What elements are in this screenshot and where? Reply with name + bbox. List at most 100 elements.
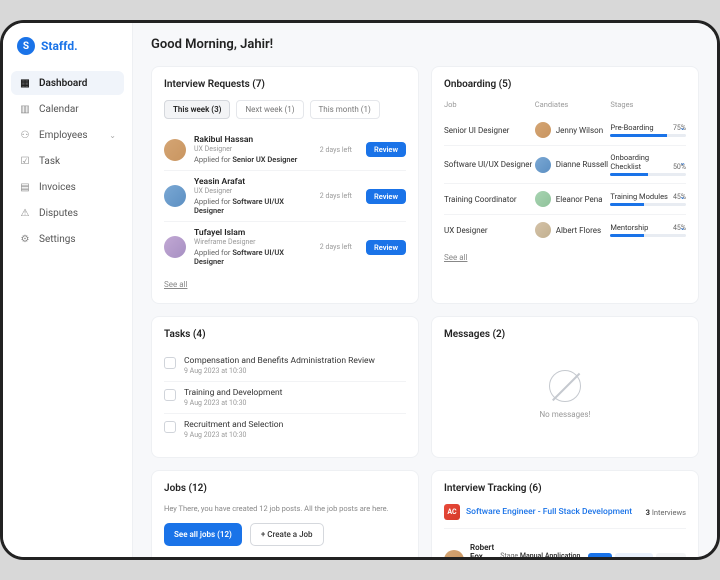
avatar xyxy=(444,550,464,557)
job-title: Training Coordinator xyxy=(444,195,535,204)
sidebar-item-task[interactable]: ☑Task xyxy=(11,149,124,173)
logo[interactable]: S Staffd. xyxy=(3,37,132,71)
progress-percent: 45% xyxy=(673,193,686,201)
users-icon: ⚇ xyxy=(19,129,31,141)
logo-icon: S xyxy=(17,37,35,55)
task-date: 9 Aug 2023 at 10:30 xyxy=(184,367,406,375)
tab[interactable]: This week (3) xyxy=(164,100,230,119)
candidate-role: UX Designer xyxy=(194,145,312,153)
check-icon: ☑ xyxy=(19,155,31,167)
file-icon: ▤ xyxy=(19,181,31,193)
card-title: Interview Requests (7) xyxy=(164,79,406,90)
task-row: Training and Development9 Aug 2023 at 10… xyxy=(164,382,406,414)
gear-icon: ⚙ xyxy=(19,233,31,245)
onboarding-row: UX DesignerAlbert FloresMentorship⌄45% xyxy=(444,215,686,245)
no-messages-icon xyxy=(549,370,581,402)
candidate-name: Yeasin Arafat xyxy=(194,177,312,187)
task-row: Recruitment and Selection9 Aug 2023 at 1… xyxy=(164,414,406,445)
interview-requests-card: Interview Requests (7) This week (3) Next… xyxy=(151,66,419,304)
main: Good Morning, Jahir! Interview Requests … xyxy=(133,23,717,557)
candidate-name: Tufayel Islam xyxy=(194,228,312,238)
avatar xyxy=(535,191,551,207)
jobs-subtitle: Hey There, you have created 12 job posts… xyxy=(164,504,406,513)
hire-button[interactable]: Hire xyxy=(588,553,612,557)
see-all-link[interactable]: See all xyxy=(444,253,467,262)
card-title: Jobs (12) xyxy=(164,483,406,494)
chevron-down-icon: ⌄ xyxy=(109,131,116,140)
tab[interactable]: Next week (1) xyxy=(236,100,303,119)
tasks-card: Tasks (4) Compensation and Benefits Admi… xyxy=(151,316,419,458)
job-title: UX Designer xyxy=(444,226,535,235)
col-job: Job xyxy=(444,100,535,109)
card-title: Onboarding (5) xyxy=(444,79,686,90)
review-button[interactable]: Review xyxy=(366,189,406,204)
interview-button[interactable]: Interview xyxy=(615,553,653,557)
applied-for: Applied for Software UI/UX Designer xyxy=(194,197,312,215)
interview-count: 3 Interviews xyxy=(646,508,686,517)
candidate-name: Jenny Wilson xyxy=(556,126,603,135)
sidebar-item-dashboard[interactable]: ▦ Dashboard xyxy=(11,71,124,95)
review-button[interactable]: Review xyxy=(366,142,406,157)
avatar xyxy=(535,222,551,238)
interview-request-row: Tufayel IslamWireframe Designer Applied f… xyxy=(164,222,406,272)
interview-tracking-card: Interview Tracking (6) AC Software Engin… xyxy=(431,470,699,557)
job-title: Software UI/UX Designer xyxy=(444,160,535,169)
task-date: 9 Aug 2023 at 10:30 xyxy=(184,431,406,439)
interview-request-row: Rakibul HassanUX Designer Applied for Sen… xyxy=(164,129,406,171)
messages-card: Messages (2) No messages! xyxy=(431,316,699,458)
nav-label: Dashboard xyxy=(39,78,87,89)
see-all-link[interactable]: See all xyxy=(164,280,187,289)
avatar xyxy=(535,157,551,173)
create-job-button[interactable]: + Create a Job xyxy=(250,523,324,546)
onboarding-row: Training CoordinatorEleanor PenaTraining… xyxy=(444,184,686,215)
sidebar-item-disputes[interactable]: ⚠Disputes xyxy=(11,201,124,225)
task-name: Training and Development xyxy=(184,388,406,398)
calendar-icon: ▥ xyxy=(19,103,31,115)
task-name: Recruitment and Selection xyxy=(184,420,406,430)
avatar xyxy=(164,236,186,258)
grid-icon: ▦ xyxy=(19,77,31,89)
onboarding-card: Onboarding (5) Job Candiates Stages Seni… xyxy=(431,66,699,304)
col-candidates: Candiates xyxy=(535,100,611,109)
card-title: Tasks (4) xyxy=(164,329,406,340)
empty-text: No messages! xyxy=(539,410,590,419)
candidate-name: Rakibul Hassan xyxy=(194,135,312,145)
stage-name: Pre-Boarding xyxy=(610,123,653,132)
stage: Stage Manual Application Review ⌄ xyxy=(500,552,581,557)
page-title: Good Morning, Jahir! xyxy=(151,37,699,52)
reject-button[interactable]: Reject xyxy=(656,553,686,557)
task-checkbox[interactable] xyxy=(164,357,176,369)
candidate-role: UX Designer xyxy=(194,187,312,195)
candidate-role: Wireframe Designer xyxy=(194,238,312,246)
time-left: 2 days left xyxy=(320,192,352,200)
sidebar-item-calendar[interactable]: ▥ Calendar xyxy=(11,97,124,121)
applied-for: Applied for Senior UX Designer xyxy=(194,155,312,164)
candidate-name: Dianne Russell xyxy=(556,160,608,169)
task-checkbox[interactable] xyxy=(164,389,176,401)
interview-request-row: Yeasin ArafatUX Designer Applied for Soft… xyxy=(164,171,406,222)
nav: ▦ Dashboard ▥ Calendar ⚇Employees⌄☑Task▤Invo… xyxy=(3,71,132,251)
applied-for: Applied for Software UI/UX Designer xyxy=(194,248,312,266)
review-button[interactable]: Review xyxy=(366,240,406,255)
sidebar-item-invoices[interactable]: ▤Invoices xyxy=(11,175,124,199)
card-title: Messages (2) xyxy=(444,329,686,340)
onboarding-row: Senior UI DesignerJenny WilsonPre-Boardi… xyxy=(444,115,686,146)
tracking-job-title[interactable]: Software Engineer - Full Stack Developme… xyxy=(466,507,640,517)
stage-name: Mentorship xyxy=(610,223,648,232)
tab[interactable]: This month (1) xyxy=(310,100,380,119)
tracking-row: Robert Fox2 days leftStage Manual Applic… xyxy=(444,537,686,557)
time-left: 2 days left xyxy=(320,243,352,251)
jobs-card: Jobs (12) Hey There, you have created 12… xyxy=(151,470,419,557)
onboarding-row: Software UI/UX DesignerDianne RussellOnb… xyxy=(444,146,686,184)
avatar xyxy=(164,185,186,207)
sidebar-item-employees[interactable]: ⚇Employees⌄ xyxy=(11,123,124,147)
see-all-jobs-button[interactable]: See all jobs (12) xyxy=(164,523,242,546)
stage-name: Training Modules xyxy=(610,192,668,201)
task-row: Compensation and Benefits Administration… xyxy=(164,350,406,382)
logo-text: Staffd. xyxy=(41,39,78,53)
task-date: 9 Aug 2023 at 10:30 xyxy=(184,399,406,407)
nav-label: Calendar xyxy=(39,104,79,115)
task-checkbox[interactable] xyxy=(164,421,176,433)
progress-percent: 75% xyxy=(673,124,686,132)
sidebar-item-settings[interactable]: ⚙Settings xyxy=(11,227,124,251)
